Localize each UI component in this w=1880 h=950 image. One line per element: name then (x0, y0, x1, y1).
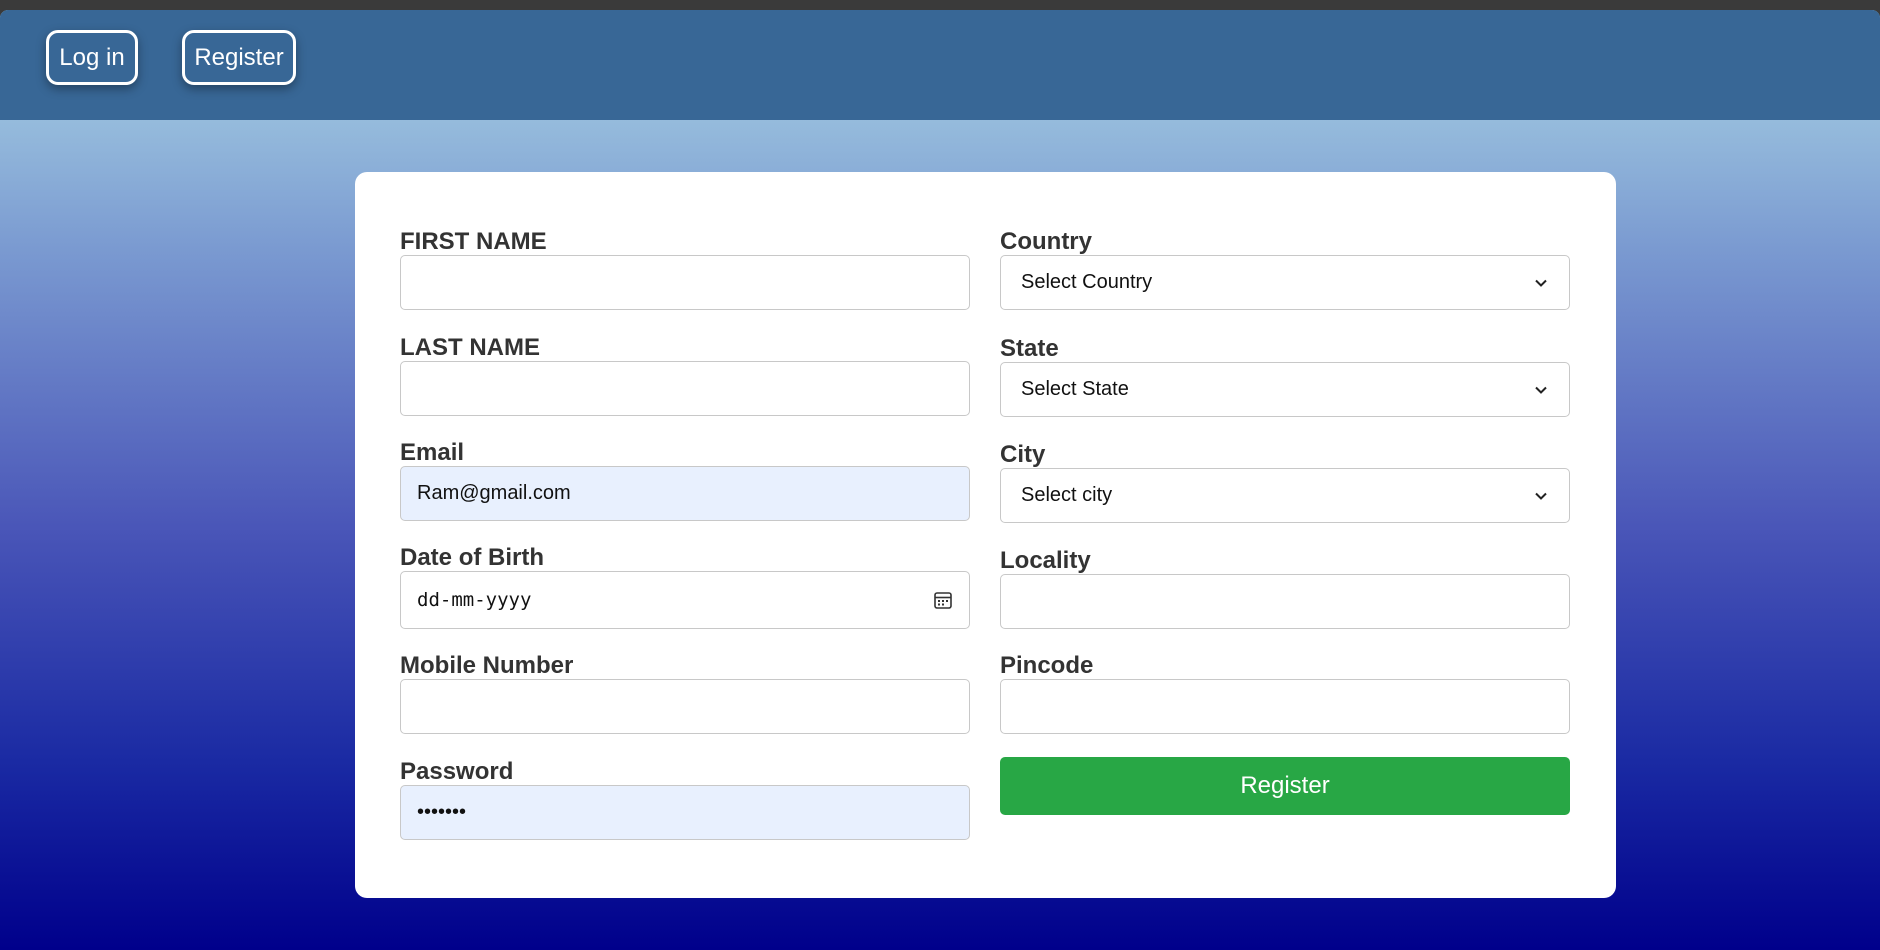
city-selected: Select city (1021, 484, 1113, 506)
dob-input[interactable]: dd-mm-yyyy (400, 571, 970, 629)
city-select[interactable]: Select city (1000, 468, 1570, 523)
locality-input[interactable] (1000, 574, 1570, 629)
country-selected: Select Country (1021, 271, 1153, 293)
first-name-label: FIRST NAME (400, 228, 547, 255)
nav-register-button[interactable]: Register (182, 30, 296, 85)
password-label: Password (400, 758, 514, 785)
mobile-label: Mobile Number (400, 652, 574, 679)
locality-label: Locality (1000, 547, 1091, 574)
register-submit-button[interactable]: Register (1000, 757, 1570, 815)
navbar: Log in Register (0, 10, 1880, 120)
state-selected: Select State (1021, 378, 1129, 400)
chevron-down-icon (1535, 279, 1547, 287)
email-label: Email (400, 439, 465, 466)
dob-placeholder: dd-mm-yyyy (417, 589, 532, 611)
pincode-input[interactable] (1000, 679, 1570, 734)
state-label: State (1000, 335, 1059, 362)
registration-form: FIRST NAME LAST NAME Email Ram@gmail.com… (355, 172, 1616, 898)
chevron-down-icon (1535, 386, 1547, 394)
last-name-input[interactable] (400, 361, 970, 416)
dob-label: Date of Birth (400, 544, 544, 571)
login-button[interactable]: Log in (46, 30, 138, 85)
country-label: Country (1000, 228, 1092, 255)
calendar-icon[interactable] (933, 590, 953, 610)
first-name-input[interactable] (400, 255, 970, 310)
mobile-input[interactable] (400, 679, 970, 734)
browser-viewport: Log in Register FIRST NAME LAST NAME Ema… (0, 10, 1880, 950)
city-label: City (1000, 441, 1046, 468)
password-input[interactable]: ••••••• (400, 785, 970, 840)
pincode-label: Pincode (1000, 652, 1094, 679)
state-select[interactable]: Select State (1000, 362, 1570, 417)
chevron-down-icon (1535, 492, 1547, 500)
last-name-label: LAST NAME (400, 334, 540, 361)
country-select[interactable]: Select Country (1000, 255, 1570, 310)
email-input[interactable]: Ram@gmail.com (400, 466, 970, 521)
